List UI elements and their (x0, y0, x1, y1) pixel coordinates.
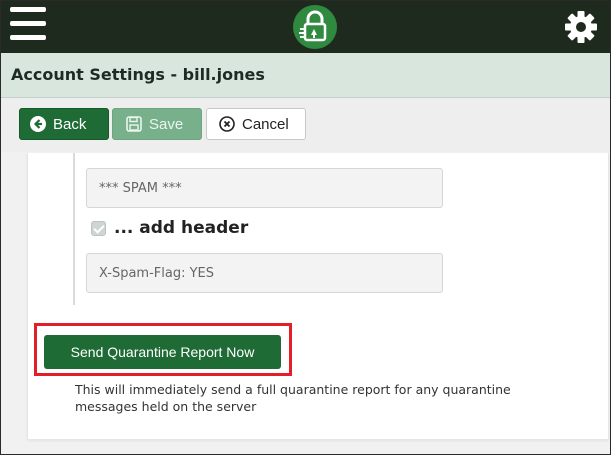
header-value-text: X-Spam-Flag: YES (99, 265, 215, 281)
send-quarantine-report-label: Send Quarantine Report Now (70, 344, 255, 360)
close-circle-icon (219, 116, 235, 132)
subject-tag-field[interactable]: *** SPAM *** (86, 168, 443, 208)
add-header-label: ... add header (114, 218, 249, 238)
app-window: Account Settings - bill.jones Back Save (0, 0, 611, 455)
header-value-field[interactable]: X-Spam-Flag: YES (86, 253, 443, 293)
title-bar: Account Settings - bill.jones (1, 53, 610, 98)
send-quarantine-report-button[interactable]: Send Quarantine Report Now (44, 335, 281, 369)
arrow-left-circle-icon (30, 116, 46, 132)
add-header-checkbox[interactable] (91, 220, 106, 236)
back-button-label: Back (53, 115, 87, 133)
cancel-button-label: Cancel (242, 115, 289, 133)
subject-tag-value: *** SPAM *** (99, 180, 182, 196)
page-title: Account Settings - bill.jones (11, 65, 265, 84)
quarantine-description: This will immediately send a full quaran… (75, 382, 511, 414)
floppy-disk-icon (126, 116, 142, 132)
top-bar (1, 1, 610, 53)
gear-icon[interactable] (564, 10, 598, 44)
section-indent-line (73, 153, 75, 305)
save-button-label: Save (149, 115, 184, 133)
save-button[interactable]: Save (112, 108, 202, 140)
lock-logo-icon (293, 5, 337, 49)
back-button[interactable]: Back (19, 108, 109, 140)
toolbar: Back Save Cancel (1, 98, 610, 152)
cancel-button[interactable]: Cancel (206, 108, 306, 140)
hamburger-icon[interactable] (10, 7, 46, 43)
add-header-row[interactable]: ... add header (91, 218, 248, 238)
